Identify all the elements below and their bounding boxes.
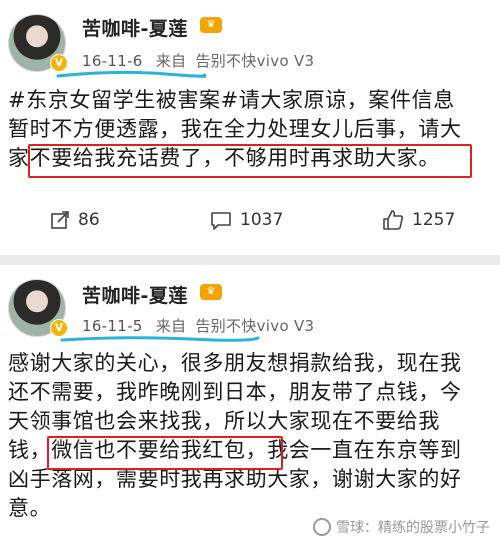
comment-button[interactable]: 1037 bbox=[210, 205, 283, 235]
highlight-box bbox=[47, 436, 283, 470]
highlight-box bbox=[28, 144, 472, 178]
action-bar: 86 1037 1257 bbox=[0, 205, 500, 235]
device-name[interactable]: 告别不快vivo V3 bbox=[195, 52, 314, 70]
weibo-post-1: V 苦咖啡-夏莲 ♛ 16-11-6 来自 告别不快vivo V3 #东京女留学… bbox=[0, 0, 500, 255]
repost-button[interactable]: 86 bbox=[50, 205, 100, 235]
watermark-text: 雪球：精练的股票小竹子 bbox=[336, 520, 490, 536]
repost-count: 86 bbox=[78, 210, 100, 230]
like-icon bbox=[383, 210, 404, 230]
username[interactable]: 苦咖啡-夏莲 bbox=[82, 281, 188, 308]
body-line: #东京女留学生被害案#请大家原谅，案件信息 bbox=[8, 88, 455, 112]
handwritten-underline bbox=[60, 336, 260, 342]
vip-crown-icon: ♛ bbox=[200, 17, 222, 33]
xueqiu-logo-icon bbox=[313, 518, 331, 536]
comment-icon bbox=[211, 212, 231, 230]
comment-count: 1037 bbox=[240, 210, 284, 230]
username[interactable]: 苦咖啡-夏莲 bbox=[82, 14, 188, 41]
vip-crown-icon: ♛ bbox=[200, 284, 222, 300]
handwritten-underline bbox=[56, 70, 206, 78]
body-line: 暂时不方便透露，我在全力处理女儿后事，请大 bbox=[8, 117, 462, 141]
post-divider bbox=[0, 255, 500, 265]
repost-icon bbox=[51, 211, 69, 229]
body-line: 天领事馆也会来找我，所以大家现在不要给我 bbox=[8, 409, 440, 433]
watermark: 雪球：精练的股票小竹子 bbox=[313, 517, 490, 537]
body-line: 还不需要，我昨晚刚到日本，朋友带了点钱，今 bbox=[8, 380, 462, 404]
like-count: 1257 bbox=[412, 210, 456, 230]
weibo-post-2: V 苦咖啡-夏莲 ♛ 16-11-5 来自 告别不快vivo V3 感谢大家的关… bbox=[0, 265, 500, 543]
like-button[interactable]: 1257 bbox=[382, 205, 455, 235]
body-line: 感谢大家的关心，很多朋友想捐款给我，现在我 bbox=[8, 351, 462, 375]
